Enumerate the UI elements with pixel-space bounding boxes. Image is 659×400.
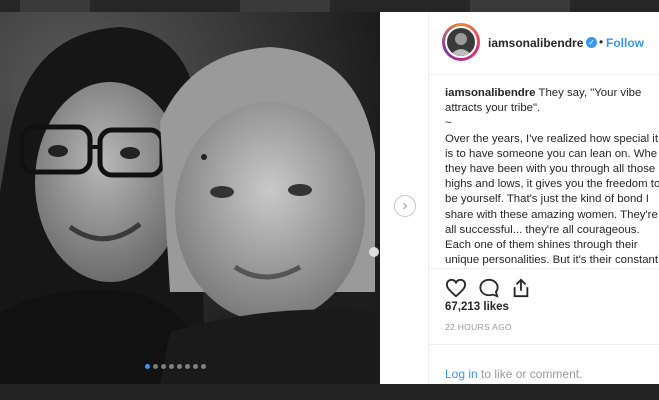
caption-line: attracts your tribe".: [445, 102, 541, 115]
background-feed-top: [0, 0, 659, 12]
post-actions: [429, 268, 659, 299]
login-prompt-text: to like or comment.: [477, 367, 583, 381]
username-link[interactable]: iamsonalibendre: [488, 36, 583, 50]
next-arrow-icon[interactable]: ›: [394, 195, 416, 217]
caption-line: all successful... they're all courageous…: [445, 223, 640, 236]
post-photo: [0, 12, 380, 384]
post-modal: › iamsonalibendre ✓ • Follow iamsonalibe…: [0, 12, 659, 384]
caption-line: be yourself. That's just the kind of bon…: [445, 193, 649, 206]
login-prompt: Log in to like or comment.: [445, 367, 582, 381]
follow-separator: •: [599, 35, 604, 49]
background-thumb: [20, 0, 90, 12]
caption-line: highs and lows, it gives you the freedom…: [445, 178, 659, 191]
caption-line: ~: [445, 117, 452, 130]
background-thumb: [470, 0, 570, 12]
carousel-dot: [201, 364, 206, 369]
caption-username[interactable]: iamsonalibendre: [445, 87, 536, 99]
likes-count[interactable]: 67,213 likes: [445, 301, 509, 313]
caption-line: share with these amazing women. They're: [445, 208, 658, 221]
carousel-dot: [145, 364, 150, 369]
carousel-dot: [169, 364, 174, 369]
heart-icon[interactable]: [445, 278, 467, 298]
carousel-dots: [145, 364, 206, 369]
carousel-dot: [161, 364, 166, 369]
comment-icon[interactable]: [478, 278, 500, 298]
caption-line: is to have someone you can lean on. Whe: [445, 147, 658, 160]
follow-button[interactable]: Follow: [606, 36, 644, 50]
post-caption: iamsonalibendre They say, "Your vibe att…: [445, 86, 659, 266]
caption-line: Over the years, I've realized how specia…: [445, 132, 658, 145]
carousel-dot: [193, 364, 198, 369]
share-icon[interactable]: [511, 278, 531, 298]
caption-line: unique personalities. But it's their con…: [445, 254, 659, 266]
background-thumb: [240, 0, 330, 12]
comment-bar: Log in to like or comment.: [429, 344, 659, 384]
background-feed-bottom: [0, 384, 659, 400]
caption-line: they have been with you through all thos…: [445, 163, 656, 176]
carousel-dot: [177, 364, 182, 369]
carousel-dot: [185, 364, 190, 369]
post-timestamp[interactable]: 22 HOURS AGO: [445, 322, 512, 332]
post-header: iamsonalibendre ✓ • Follow: [429, 12, 659, 75]
photo-image: [0, 12, 380, 384]
caption-line: Each one of them shines through their: [445, 239, 638, 252]
verified-badge-icon: ✓: [586, 37, 597, 48]
avatar[interactable]: [445, 26, 477, 58]
login-link[interactable]: Log in: [445, 367, 478, 381]
caption-line: iamsonalibendre They say, "Your vibe: [445, 86, 659, 101]
post-side-panel: iamsonalibendre ✓ • Follow iamsonalibend…: [428, 12, 659, 384]
carousel-dot: [153, 364, 158, 369]
caption-text: They say, "Your vibe: [538, 87, 642, 99]
